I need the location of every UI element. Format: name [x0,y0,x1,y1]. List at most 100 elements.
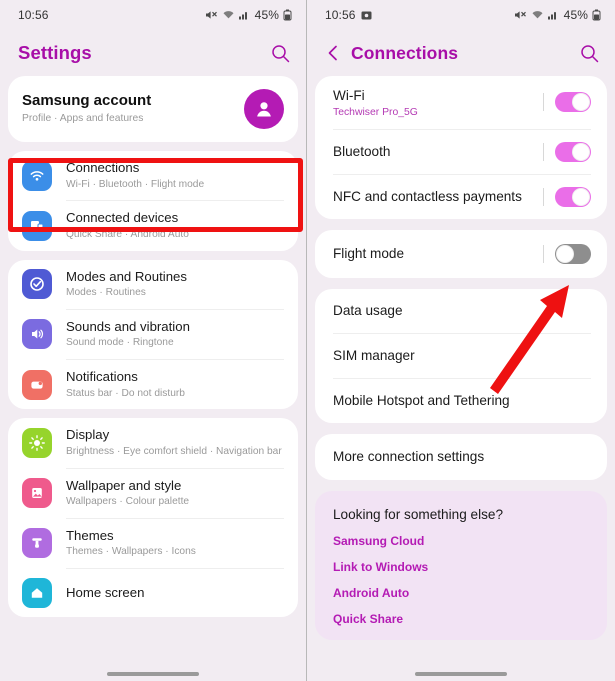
sidebar-item-notifications[interactable]: Notifications Status bar · Do not distur… [8,360,298,409]
link-quick-share[interactable]: Quick Share [333,612,589,626]
person-icon [257,102,271,117]
item-subtitle: Themes · Wallpapers · Icons [66,546,196,558]
status-bar-right: 10:56 45% [307,0,615,30]
account-title: Samsung account [22,91,152,109]
link-link-to-windows[interactable]: Link to Windows [333,560,589,574]
sidebar-item-connections[interactable]: Connections Wi-Fi · Bluetooth · Flight m… [8,151,298,200]
row-flight-mode[interactable]: Flight mode [315,230,607,278]
modes-group-card: Modes and Routines Modes · Routines Soun… [8,259,298,410]
battery-percent: 45% [254,8,279,22]
item-subtitle: Modes · Routines [66,287,146,298]
item-title: Themes [66,527,114,543]
notification-icon [22,369,52,400]
row-title: Mobile Hotspot and Tethering [333,392,510,408]
search-icon[interactable] [271,44,290,63]
radios-card: Wi-Fi Techwiser Pro_5G Bluetooth NFC and… [315,76,607,219]
devices-icon [22,210,52,241]
mute-icon [514,9,527,21]
avatar[interactable] [244,89,284,129]
flight-mode-card: Flight mode [315,229,607,278]
row-title: Bluetooth [333,143,391,159]
sidebar-item-wallpaper-and-style[interactable]: Wallpaper and style Wallpapers · Colour … [8,469,298,518]
signal-icon [547,9,559,21]
brush-icon [22,528,52,559]
item-title: Modes and Routines [66,268,187,284]
looking-for-card: Looking for something else? Samsung Clou… [315,490,607,640]
sidebar-item-themes[interactable]: Themes Themes · Wallpapers · Icons [8,519,298,568]
wifi-icon [22,160,52,191]
row-data-usage[interactable]: Data usage [315,289,607,333]
nfc-toggle[interactable] [555,186,591,207]
battery-percent: 45% [563,8,588,22]
screenshot-icon [361,10,372,21]
account-subtitle: Profile · Apps and features [22,113,144,125]
item-subtitle: Sound mode · Ringtone [66,337,174,349]
page-title: Settings [18,42,92,63]
data-group-card: Data usage SIM manager Mobile Hotspot an… [315,288,607,423]
row-title: More connection settings [333,448,485,464]
link-samsung-cloud[interactable]: Samsung Cloud [333,534,589,548]
page-title: Connections [351,42,459,63]
status-clock: 10:56 [18,8,49,22]
item-subtitle: Quick Share · Android Auto [66,228,189,240]
samsung-account-card[interactable]: Samsung account Profile · Apps and featu… [8,76,298,142]
row-wifi[interactable]: Wi-Fi Techwiser Pro_5G [315,76,607,129]
sidebar-item-display[interactable]: Display Brightness · Eye comfort shield … [8,418,298,467]
row-bluetooth[interactable]: Bluetooth [315,130,607,174]
settings-screen: 10:56 45% Settings Samsung account Profi… [0,0,307,681]
screenshot-root: 10:56 45% Settings Samsung account Profi… [0,0,615,681]
connections-screen: 10:56 45% Connections Wi-Fi Techwiser Pr… [307,0,615,681]
home-indicator [0,672,306,676]
row-title: Data usage [333,302,403,318]
bluetooth-toggle[interactable] [555,141,591,162]
looking-for-title: Looking for something else? [333,506,504,522]
row-title: SIM manager [333,347,415,363]
row-title: NFC and contactless payments [333,188,522,204]
sidebar-item-connected-devices[interactable]: Connected devices Quick Share · Android … [8,201,298,250]
home-indicator [307,672,615,676]
item-title: Connections [66,160,140,175]
brightness-icon [22,427,52,458]
row-subtitle: Techwiser Pro_5G [333,106,418,118]
samsung-account-row[interactable]: Samsung account Profile · Apps and featu… [8,76,298,142]
settings-header: Settings [0,30,306,76]
row-title: Flight mode [333,245,405,261]
row-title: Wi-Fi [333,88,365,103]
item-subtitle: Wallpapers · Colour palette [66,496,190,507]
sidebar-item-home-screen[interactable]: Home screen [8,569,298,617]
chevron-left-icon[interactable] [325,44,341,62]
row-sim-manager[interactable]: SIM manager [315,334,607,378]
connections-header: Connections [307,30,615,76]
link-android-auto[interactable]: Android Auto [333,586,589,600]
item-title: Wallpaper and style [66,477,182,493]
battery-icon [592,9,601,21]
speaker-icon [22,319,52,350]
flight-mode-toggle[interactable] [555,243,591,264]
status-clock: 10:56 [325,8,356,22]
connections-group-card: Connections Wi-Fi · Bluetooth · Flight m… [8,151,298,251]
item-title: Display [66,427,110,443]
toggle-separator [543,244,544,263]
item-title: Notifications [66,369,138,384]
item-title: Connected devices [66,210,179,226]
sidebar-item-modes-and-routines[interactable]: Modes and Routines Modes · Routines [8,260,298,309]
wifi-icon [531,9,544,21]
wifi-toggle[interactable] [555,92,591,113]
connections-list: Wi-Fi Techwiser Pro_5G Bluetooth NFC and… [307,76,615,640]
status-bar-left: 10:56 45% [0,0,306,30]
sidebar-item-sounds-and-vibration[interactable]: Sounds and vibration Sound mode · Ringto… [8,310,298,359]
wifi-icon [222,9,235,21]
search-icon[interactable] [580,44,599,63]
row-mobile-hotspot[interactable]: Mobile Hotspot and Tethering [315,379,607,423]
row-more-connection-settings[interactable]: More connection settings [315,434,607,480]
item-subtitle: Wi-Fi · Bluetooth · Flight mode [66,178,205,190]
item-subtitle: Status bar · Do not disturb [66,387,185,399]
battery-icon [283,9,292,21]
image-icon [22,478,52,509]
toggle-separator [543,187,544,206]
row-nfc[interactable]: NFC and contactless payments [315,175,607,219]
home-icon [22,578,52,608]
display-group-card: Display Brightness · Eye comfort shield … [8,418,298,617]
toggle-separator [543,142,544,161]
item-subtitle: Brightness · Eye comfort shield · Naviga… [66,445,282,457]
